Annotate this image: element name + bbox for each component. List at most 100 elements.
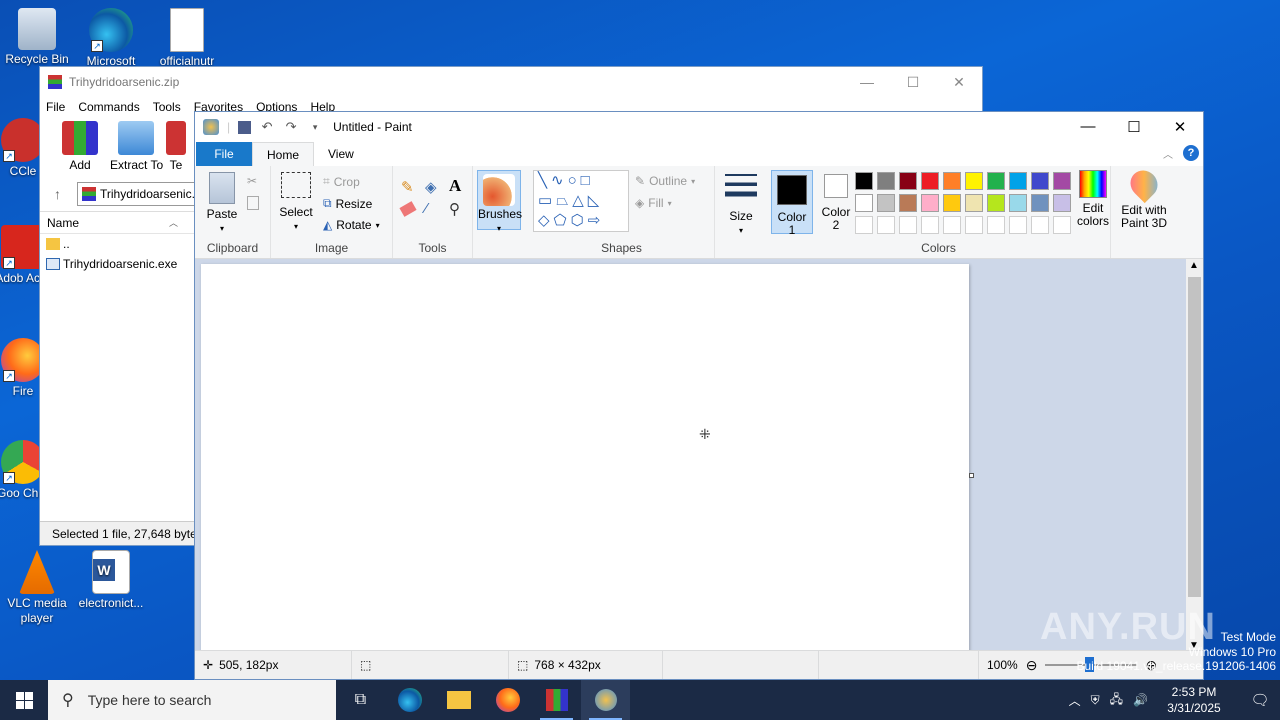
test-button[interactable]: Te xyxy=(166,119,186,179)
address-field[interactable]: Trihydridoarsenic.zip xyxy=(77,182,196,206)
shapes-gallery[interactable]: ╲∿○□ ▭⏢△◺ ◇⬠⬡⇨ xyxy=(533,170,629,232)
palette-swatch[interactable] xyxy=(1053,194,1071,212)
resize-button[interactable]: ⧉ Resize xyxy=(323,196,372,211)
color-picker-icon[interactable]: ⁄ xyxy=(425,200,428,217)
notifications-icon[interactable]: 🗨 xyxy=(1240,691,1280,709)
taskbar-winrar[interactable] xyxy=(532,680,581,720)
drawing-canvas[interactable]: ⁜ xyxy=(201,264,969,652)
palette-swatch[interactable] xyxy=(899,172,917,190)
desktop-icon-word-doc[interactable]: W electronict... xyxy=(74,550,148,611)
tab-file[interactable]: File xyxy=(196,142,252,166)
paint-window[interactable]: | ↶ ↷ ▾ Untitled - Paint — ☐ ✕ File Home… xyxy=(194,111,1204,680)
minimize-icon[interactable]: — xyxy=(844,74,890,91)
polygon-shape-icon[interactable]: ⏢ xyxy=(556,192,572,209)
oval-shape-icon[interactable]: ○ xyxy=(568,172,581,189)
scroll-thumb[interactable] xyxy=(1188,277,1201,597)
task-view-button[interactable]: ⧉ xyxy=(336,680,385,720)
color1-button[interactable]: Color 1 xyxy=(771,170,813,237)
volume-icon[interactable]: 🔊 xyxy=(1133,693,1148,707)
scroll-up-icon[interactable]: ▲ xyxy=(1189,260,1199,271)
palette-swatch[interactable] xyxy=(987,216,1005,234)
eraser-icon[interactable] xyxy=(399,201,417,217)
diamond-shape-icon[interactable]: ◇ xyxy=(538,212,554,229)
palette-swatch[interactable] xyxy=(899,194,917,212)
copy-icon[interactable] xyxy=(247,196,259,210)
maximize-icon[interactable]: ☐ xyxy=(1111,118,1157,136)
palette-swatch[interactable] xyxy=(877,194,895,212)
start-button[interactable] xyxy=(0,680,48,720)
fill-button[interactable]: ◈ Fill ▾ xyxy=(635,196,672,210)
palette-swatch[interactable] xyxy=(943,172,961,190)
tab-view[interactable]: View xyxy=(314,142,368,166)
outline-button[interactable]: ✎ Outline ▾ xyxy=(635,174,695,188)
right-triangle-shape-icon[interactable]: ◺ xyxy=(588,192,604,209)
tab-home[interactable]: Home xyxy=(252,142,315,166)
arrow-shape-icon[interactable]: ⇨ xyxy=(588,212,605,229)
palette-swatch[interactable] xyxy=(965,194,983,212)
palette-swatch[interactable] xyxy=(1009,216,1027,234)
list-item[interactable]: Trihydridoarsenic.exe xyxy=(40,254,196,274)
taskbar-search-box[interactable]: ⚲ Type here to search xyxy=(48,680,336,720)
cut-icon[interactable]: ✂ xyxy=(247,174,263,190)
column-header-name[interactable]: Name ︿ xyxy=(40,212,196,234)
save-icon[interactable] xyxy=(238,120,252,134)
palette-swatch[interactable] xyxy=(1031,216,1049,234)
desktop-icon-edge[interactable]: ↗ Microsoft xyxy=(74,8,148,69)
palette-swatch[interactable] xyxy=(965,216,983,234)
close-icon[interactable]: ✕ xyxy=(936,74,982,91)
size-button[interactable]: Size ▾ xyxy=(721,174,761,237)
crop-button[interactable]: ⌗ Crop xyxy=(323,174,360,189)
customize-qat-icon[interactable]: ▾ xyxy=(307,119,323,135)
hexagon-shape-icon[interactable]: ⬡ xyxy=(571,212,588,229)
collapse-ribbon-icon[interactable]: ︿ xyxy=(1163,146,1173,161)
palette-swatch[interactable] xyxy=(1053,172,1071,190)
menu-tools[interactable]: Tools xyxy=(153,100,181,114)
menu-commands[interactable]: Commands xyxy=(78,100,139,114)
palette-swatch[interactable] xyxy=(1031,194,1049,212)
select-button[interactable]: Select ▾ xyxy=(277,172,315,233)
desktop-icon-recycle-bin[interactable]: Recycle Bin xyxy=(0,8,74,67)
palette-swatch[interactable] xyxy=(921,172,939,190)
palette-swatch[interactable] xyxy=(921,216,939,234)
minimize-icon[interactable]: — xyxy=(1065,118,1111,136)
paint-titlebar[interactable]: | ↶ ↷ ▾ Untitled - Paint — ☐ ✕ xyxy=(195,112,1203,142)
palette-swatch[interactable] xyxy=(855,194,873,212)
security-icon[interactable]: ⛨ xyxy=(1091,693,1100,708)
curve-shape-icon[interactable]: ∿ xyxy=(551,172,568,189)
winrar-titlebar[interactable]: Trihydridoarsenic.zip — ☐ ✕ xyxy=(40,67,982,97)
redo-icon[interactable]: ↷ xyxy=(283,119,299,135)
line-shape-icon[interactable]: ╲ xyxy=(538,172,551,189)
fill-bucket-icon[interactable]: ◈ xyxy=(425,178,437,196)
help-icon[interactable]: ? xyxy=(1183,145,1199,161)
rotate-button[interactable]: ◭ Rotate ▾ xyxy=(323,218,380,232)
triangle-shape-icon[interactable]: △ xyxy=(572,192,588,209)
clock[interactable]: 2:53 PM 3/31/2025 xyxy=(1158,684,1230,716)
menu-file[interactable]: File xyxy=(46,100,65,114)
canvas-resize-handle[interactable] xyxy=(969,473,974,478)
show-hidden-icons-icon[interactable]: ︿ xyxy=(1069,692,1081,709)
zoom-out-icon[interactable]: ⊖ xyxy=(1026,657,1038,674)
palette-swatch[interactable] xyxy=(943,194,961,212)
desktop-icon-officialnutr[interactable]: officialnutr xyxy=(150,8,224,69)
palette-swatch[interactable] xyxy=(1009,172,1027,190)
taskbar-paint[interactable] xyxy=(581,680,630,720)
rounded-rect-shape-icon[interactable]: ▭ xyxy=(538,192,556,209)
palette-swatch[interactable] xyxy=(943,216,961,234)
magnifier-icon[interactable]: ⚲ xyxy=(449,200,460,218)
add-button[interactable]: Add xyxy=(54,119,106,179)
canvas-area[interactable]: ⁜ xyxy=(195,259,1187,652)
palette-swatch[interactable] xyxy=(877,216,895,234)
palette-swatch[interactable] xyxy=(987,172,1005,190)
palette-swatch[interactable] xyxy=(855,172,873,190)
desktop-icon-vlc[interactable]: VLC media player xyxy=(0,550,74,626)
up-arrow-icon[interactable]: ↑ xyxy=(54,186,61,202)
text-icon[interactable]: A xyxy=(449,176,461,196)
vertical-scrollbar[interactable]: ▲ ▼ xyxy=(1186,259,1203,652)
palette-swatch[interactable] xyxy=(877,172,895,190)
taskbar-file-explorer[interactable] xyxy=(434,680,483,720)
color2-button[interactable]: Color 2 xyxy=(815,174,857,232)
palette-swatch[interactable] xyxy=(921,194,939,212)
palette-swatch[interactable] xyxy=(1053,216,1071,234)
pentagon-shape-icon[interactable]: ⬠ xyxy=(554,212,571,229)
palette-swatch[interactable] xyxy=(987,194,1005,212)
